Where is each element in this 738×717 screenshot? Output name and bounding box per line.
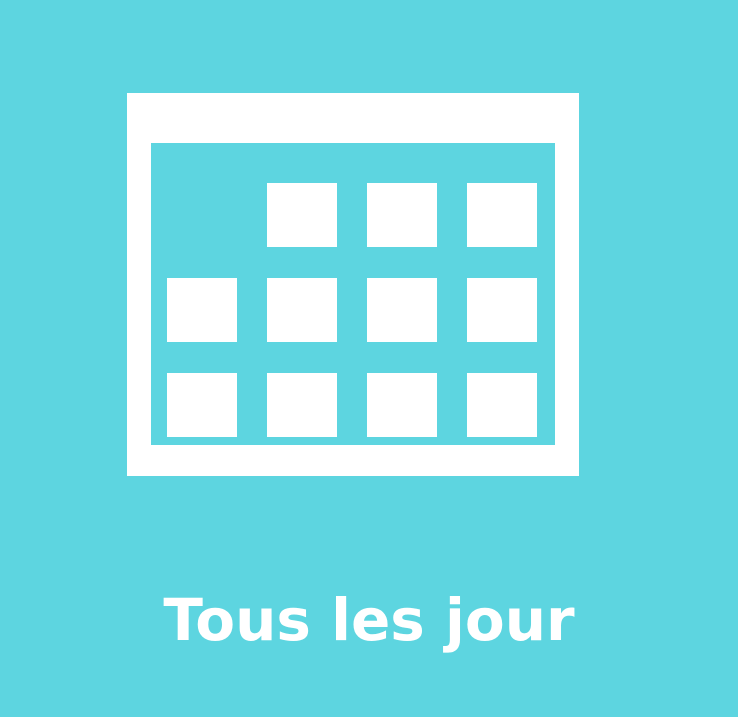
tile-caption: Tous les jour — [163, 586, 575, 654]
tous-les-jour-tile[interactable]: Tous les jour — [0, 0, 738, 717]
calendar-day-cell — [467, 278, 537, 342]
calendar-grid — [151, 143, 555, 445]
calendar-day-cell — [167, 373, 237, 437]
calendar-day-cell — [367, 183, 437, 247]
calendar-day-cell — [267, 373, 337, 437]
calendar-icon — [127, 93, 579, 476]
calendar-day-cell — [267, 278, 337, 342]
calendar-day-cell — [467, 373, 537, 437]
calendar-day-cell — [467, 183, 537, 247]
calendar-day-cell — [367, 373, 437, 437]
calendar-day-cell — [167, 278, 237, 342]
calendar-day-cell — [267, 183, 337, 247]
calendar-day-cell — [367, 278, 437, 342]
